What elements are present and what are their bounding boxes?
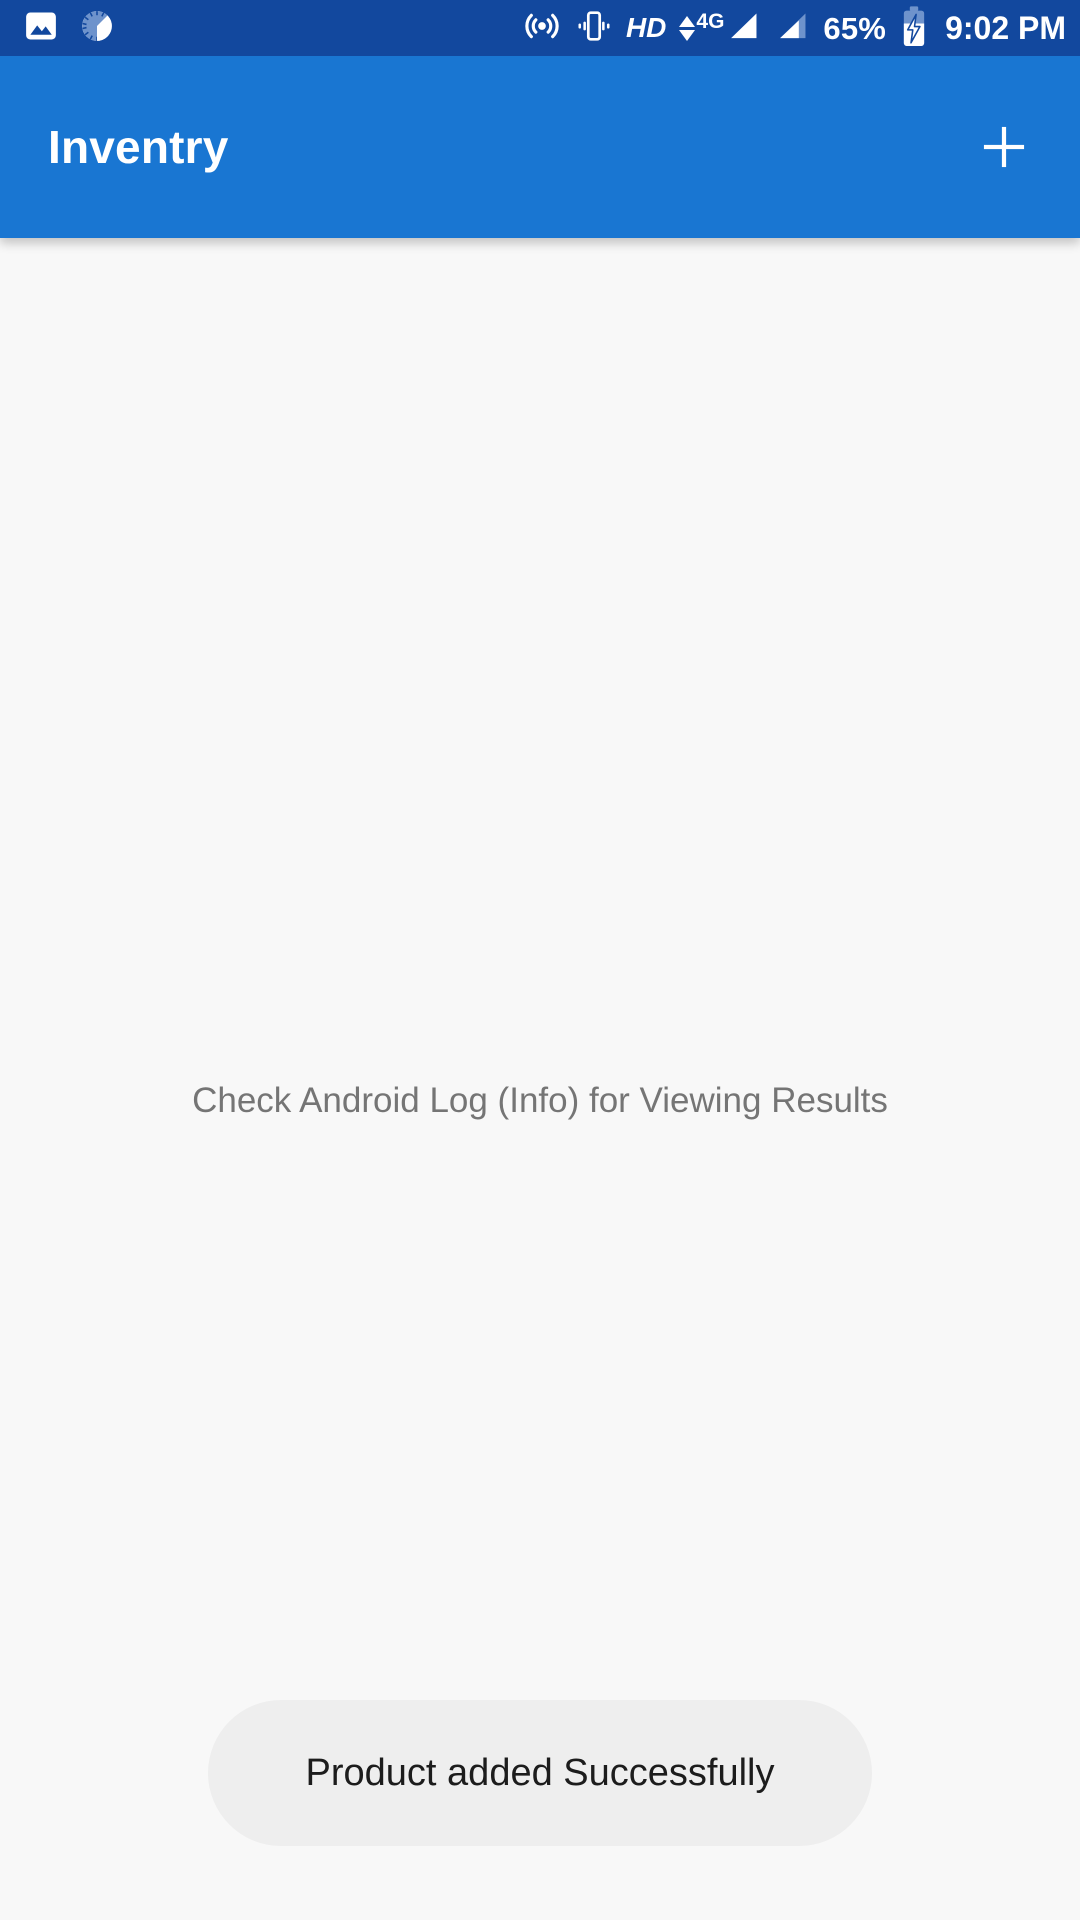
status-bar: HD 4G 65% 9:02 PM: [0, 0, 1080, 56]
data-up-arrow-icon: [679, 15, 696, 27]
network-type-label: 4G: [696, 9, 725, 33]
hd-call-label: HD: [625, 12, 667, 43]
battery-percent-label: 65%: [823, 10, 887, 46]
status-bar-right-icons: HD 4G 65% 9:02 PM: [522, 5, 1066, 52]
photo-icon: [24, 9, 58, 48]
hotspot-icon: [522, 6, 562, 51]
page-title: Inventry: [48, 121, 229, 173]
signal-bars-icon-2: [774, 9, 810, 48]
main-content: Check Android Log (Info) for Viewing Res…: [0, 238, 1080, 1920]
sync-progress-icon: [80, 9, 114, 48]
clock-label: 9:02 PM: [945, 10, 1066, 46]
toast-message: Product added Successfully: [305, 1752, 775, 1794]
app-bar: Inventry: [0, 56, 1080, 238]
add-product-button[interactable]: [956, 99, 1052, 195]
signal-bars-icon-1: [725, 9, 761, 48]
status-bar-left-icons: [24, 9, 114, 48]
vibrate-icon: [575, 7, 613, 50]
toast-notification: Product added Successfully: [208, 1700, 872, 1846]
data-transfer-arrows-icon: [679, 15, 696, 41]
battery-charging-icon: [899, 5, 929, 52]
mobile-data-indicator: 4G: [679, 9, 761, 48]
empty-state-message: Check Android Log (Info) for Viewing Res…: [192, 1081, 888, 1120]
plus-icon: [983, 126, 1025, 168]
data-down-arrow-icon: [679, 29, 696, 41]
